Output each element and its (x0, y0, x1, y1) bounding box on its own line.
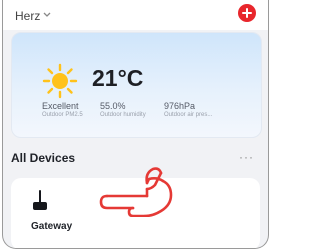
chevron-down-icon[interactable] (43, 12, 51, 18)
phone-screen: Herz 21°C Excellent Outdoor PM2.5 55.0% … (2, 0, 269, 249)
device-name: Gateway (31, 221, 73, 232)
air-pressure-value: 976hPa (164, 101, 196, 111)
more-options-button[interactable]: ··· (239, 150, 254, 164)
gateway-icon (33, 190, 47, 210)
add-device-button[interactable] (238, 4, 256, 22)
humidity-value: 55.0% (100, 101, 126, 111)
temperature-value: 21°C (92, 65, 144, 91)
humidity-label: Outdoor humidity (100, 112, 146, 118)
pm25-value: Excellent (42, 101, 79, 111)
sun-icon (42, 63, 78, 99)
air-pressure-label: Outdoor air pres... (164, 112, 213, 118)
all-devices-heading: All Devices (11, 151, 76, 165)
pointing-hand-icon (99, 167, 173, 217)
top-bar: Herz (3, 0, 268, 30)
pm25-label: Outdoor PM2.5 (42, 112, 83, 118)
weather-card[interactable]: 21°C Excellent Outdoor PM2.5 55.0% Outdo… (11, 32, 262, 138)
home-selector[interactable]: Herz (15, 9, 40, 23)
